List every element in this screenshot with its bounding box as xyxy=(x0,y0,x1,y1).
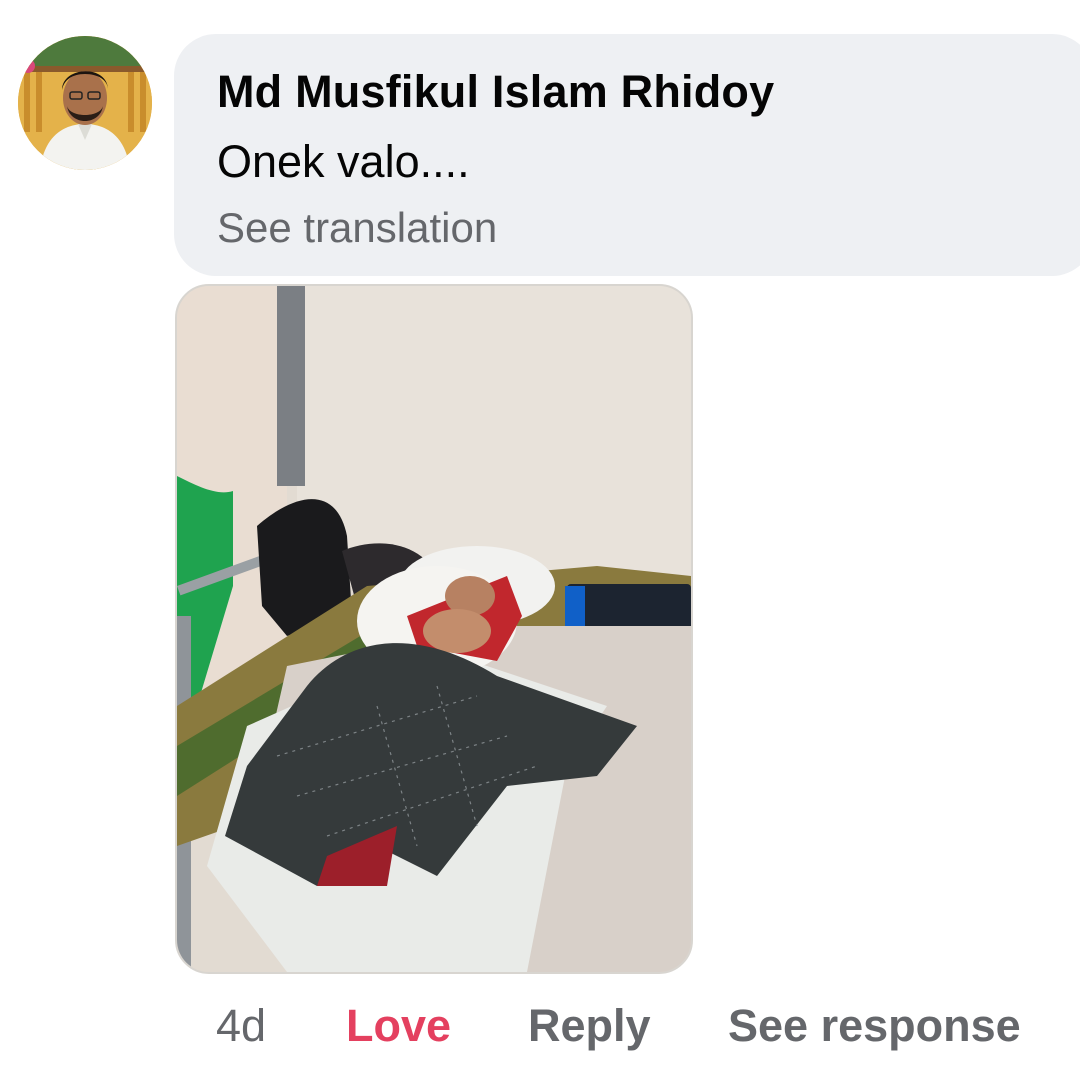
love-reaction-button[interactable]: Love xyxy=(346,996,451,1056)
comment-thread: Md Musfikul Islam Rhidoy Onek valo.... S… xyxy=(0,0,1080,1080)
comment-actions: 4d Love Reply See response xyxy=(0,996,1080,1056)
avatar-image xyxy=(18,36,152,170)
photo-image xyxy=(177,286,691,972)
comment-text: Onek valo.... xyxy=(217,136,470,187)
avatar[interactable] xyxy=(18,36,152,170)
comment-timestamp: 4d xyxy=(216,1000,267,1051)
see-response-button[interactable]: See response xyxy=(728,996,1021,1056)
see-translation-link[interactable]: See translation xyxy=(217,204,497,252)
comment-author-name[interactable]: Md Musfikul Islam Rhidoy xyxy=(217,66,774,118)
reply-button[interactable]: Reply xyxy=(528,996,651,1056)
comment-bubble: Md Musfikul Islam Rhidoy Onek valo.... S… xyxy=(174,34,1080,276)
comment-photo[interactable] xyxy=(175,284,693,974)
